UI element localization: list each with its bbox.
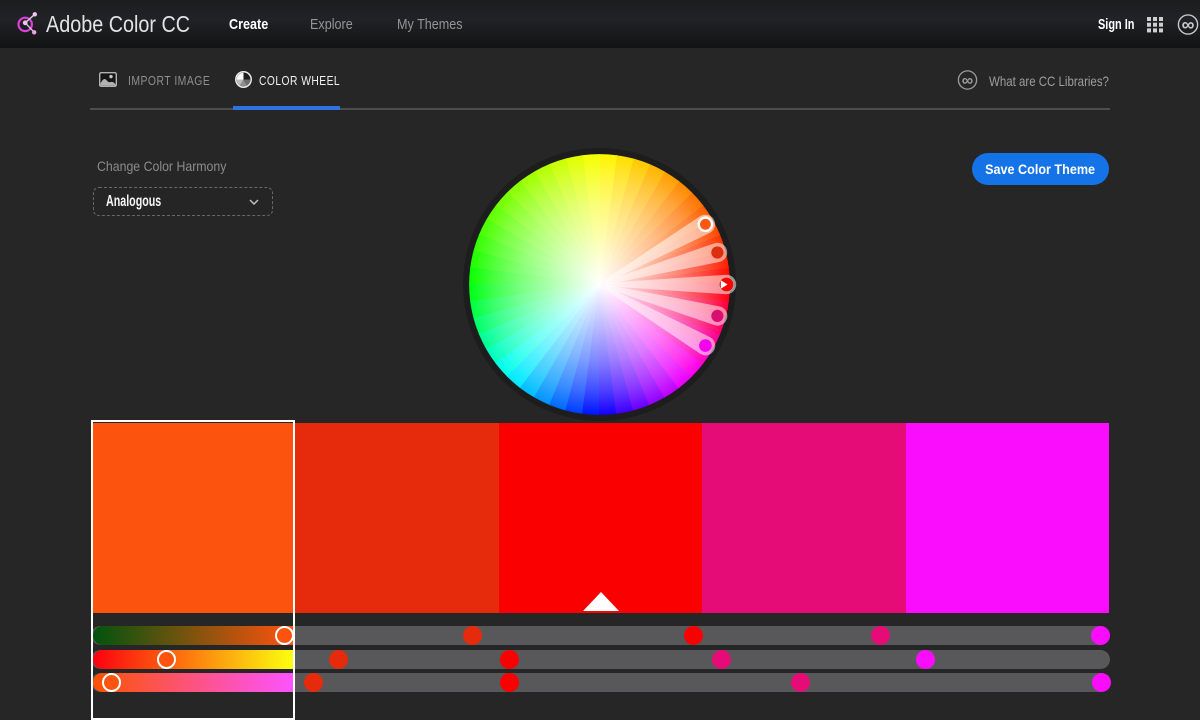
- svg-text:∞: ∞: [962, 72, 973, 89]
- svg-text:∞: ∞: [1182, 14, 1195, 34]
